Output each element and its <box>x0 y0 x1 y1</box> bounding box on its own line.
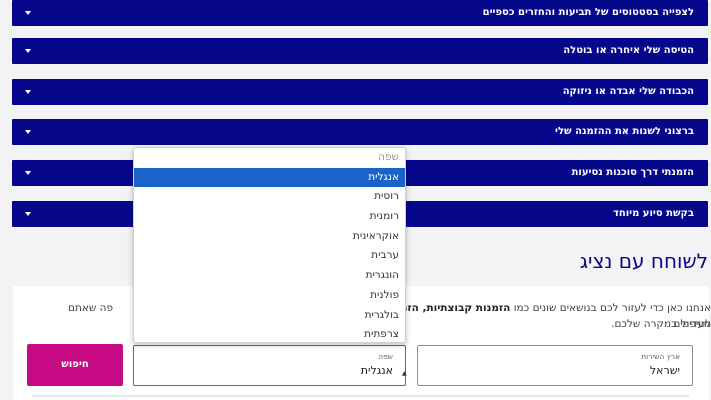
chevron-down-icon <box>25 49 31 53</box>
chevron-down-icon <box>25 212 31 216</box>
chevron-down-icon <box>25 171 31 175</box>
dropdown-placeholder: שפה <box>378 151 399 163</box>
language-option-russian[interactable]: רוסית <box>134 187 405 207</box>
accordion-label: בקשת סיוע מיוחד <box>612 208 694 219</box>
language-dropdown-list[interactable]: שפה אנגלית רוסית רומנית אוקראינית ערבית … <box>133 147 406 343</box>
chevron-down-icon <box>25 90 31 94</box>
search-button[interactable]: חיפוש <box>27 344 123 386</box>
chevron-down-icon <box>25 130 31 134</box>
accordion-label: הזמנתי דרך סוכנות נסיעות <box>571 167 694 178</box>
country-field-value: ישראל <box>649 364 680 377</box>
country-field-label: ארץ השירות <box>641 352 680 361</box>
intro-text-bold: הזמנות קבוצתיות, הזמנ <box>395 302 511 314</box>
accordion-flight-delayed[interactable]: הטיסה שלי איחרה או בוטלה <box>12 38 708 64</box>
language-option-arabic[interactable]: ערבית <box>134 246 405 266</box>
language-option-ukrainian[interactable]: אוקראינית <box>134 227 405 247</box>
chevron-up-icon: ▲ <box>402 370 407 377</box>
intro-text-start: אנחנו כאן כדי לעזור לכם בנושאים שונים כמ… <box>513 302 711 314</box>
accordion-change-booking[interactable]: ברצוני לשנות את ההזמנה שלי <box>12 119 708 145</box>
country-field[interactable]: ארץ השירות ישראל <box>417 345 693 386</box>
accordion-label: לצפייה בסטטוסים של תביעות והחזרים כספיים <box>482 7 694 18</box>
accordion-label: ברצוני לשנות את ההזמנה שלי <box>555 126 694 137</box>
language-select[interactable]: שפה אנגלית ▲ <box>133 345 407 386</box>
accordion-baggage-lost[interactable]: הכבודה שלי אבדה או ניזוקה <box>12 79 708 105</box>
language-select-value: אנגלית <box>360 364 393 377</box>
language-option-romanian[interactable]: רומנית <box>134 207 405 227</box>
language-option-french[interactable]: צרפתית <box>134 325 405 342</box>
section-title: לשוחח עם נציג <box>579 249 708 273</box>
language-option-polish[interactable]: פולנית <box>134 286 405 306</box>
language-select-label: שפה <box>378 352 393 361</box>
chevron-down-icon <box>25 11 31 15</box>
language-option-bulgarian[interactable]: בולגרית <box>134 306 405 326</box>
language-option-english[interactable]: אנגלית <box>134 167 405 188</box>
language-option-hungarian[interactable]: הונגרית <box>134 266 405 286</box>
accordion-claims-status[interactable]: לצפייה בסטטוסים של תביעות והחזרים כספיים <box>12 0 708 26</box>
divider <box>32 395 689 397</box>
accordion-label: הטיסה שלי איחרה או בוטלה <box>563 45 694 56</box>
accordion-label: הכבודה שלי אבדה או ניזוקה <box>562 86 694 97</box>
